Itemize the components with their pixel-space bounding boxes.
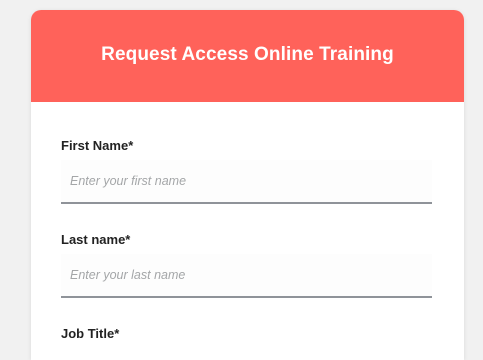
job-title-label: Job Title*: [61, 326, 120, 341]
last-name-input[interactable]: Enter your last name: [61, 254, 432, 298]
request-access-form-card: Request Access Online Training First Nam…: [31, 10, 464, 360]
last-name-placeholder: Enter your last name: [70, 268, 186, 282]
first-name-label: First Name*: [61, 138, 134, 153]
first-name-input[interactable]: Enter your first name: [61, 160, 432, 204]
job-title-field-group: Job Title*: [61, 326, 433, 341]
last-name-field-group: Last name* Enter your last name: [61, 232, 433, 298]
form-title: Request Access Online Training: [101, 44, 394, 65]
first-name-placeholder: Enter your first name: [70, 174, 187, 188]
last-name-label: Last name*: [61, 232, 131, 247]
request-access-form: First Name* Enter your first name Last n…: [31, 138, 464, 341]
first-name-field-group: First Name* Enter your first name: [61, 138, 433, 204]
form-header: Request Access Online Training: [31, 10, 464, 102]
